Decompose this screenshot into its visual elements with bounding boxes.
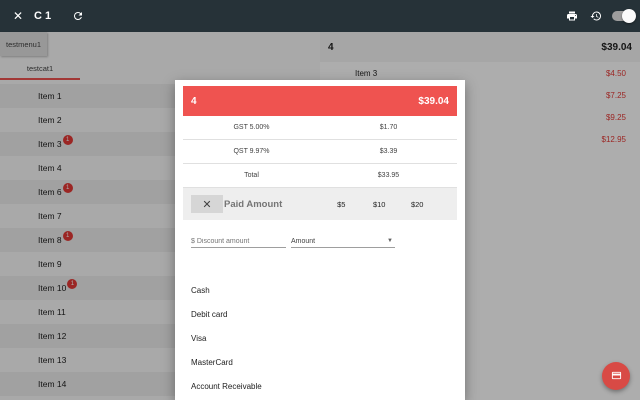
payment-method-option[interactable]: Account Receivable bbox=[175, 374, 465, 398]
discount-type-select[interactable]: Amount ▼ bbox=[291, 235, 395, 248]
dialog-total: $39.04 bbox=[418, 95, 449, 107]
tax-label: QST 9.97% bbox=[233, 148, 270, 155]
credit-card-icon bbox=[611, 370, 622, 383]
refresh-icon[interactable] bbox=[66, 4, 90, 28]
tax-row: Total $33.95 bbox=[183, 164, 457, 188]
tax-label: Total bbox=[244, 172, 259, 179]
tax-summary: GST 5.00% $1.70 QST 9.97% $3.39 Total $33.95 bbox=[175, 116, 465, 188]
mode-toggle[interactable] bbox=[612, 9, 636, 23]
tax-label: GST 5.00% bbox=[233, 124, 270, 131]
payment-method-option[interactable]: Visa bbox=[175, 326, 465, 350]
print-icon[interactable] bbox=[560, 4, 584, 28]
history-icon[interactable] bbox=[584, 4, 608, 28]
quick-amount-10-button[interactable]: $10 bbox=[360, 200, 398, 209]
discount-amount-input[interactable] bbox=[191, 235, 286, 248]
payment-fab-button[interactable] bbox=[602, 362, 630, 390]
dialog-header: 4 $39.04 bbox=[183, 86, 457, 116]
discount-type-value: Amount bbox=[291, 237, 316, 245]
discount-row: Amount ▼ bbox=[191, 235, 395, 248]
tax-row: GST 5.00% $1.70 bbox=[183, 116, 457, 140]
payment-dialog: 4 $39.04 GST 5.00% $1.70 QST 9.97% $3.39 Tot… bbox=[175, 80, 465, 400]
close-icon[interactable]: ✕ bbox=[6, 4, 30, 28]
payment-method-list: Cash Debit card Visa MasterCard Account Rece… bbox=[175, 278, 465, 398]
table-title: C1 bbox=[34, 10, 55, 22]
quick-amount-20-button[interactable]: $20 bbox=[398, 200, 436, 209]
paid-amount-row: ✕ Paid Amount $5 $10 $20 bbox=[183, 188, 457, 220]
tax-amount: $3.39 bbox=[379, 148, 398, 155]
dialog-count: 4 bbox=[191, 95, 197, 107]
tax-amount: $1.70 bbox=[379, 124, 398, 131]
quick-amount-5-button[interactable]: $5 bbox=[322, 200, 360, 209]
paid-amount-label: Paid Amount bbox=[224, 198, 283, 210]
payment-method-option[interactable]: MasterCard bbox=[175, 350, 465, 374]
top-app-bar: ✕ C1 bbox=[0, 0, 640, 32]
tax-amount: $33.95 bbox=[377, 172, 400, 179]
payment-method-option[interactable]: Debit card bbox=[175, 302, 465, 326]
chevron-down-icon: ▼ bbox=[387, 238, 393, 244]
clear-paid-button[interactable]: ✕ bbox=[191, 195, 223, 213]
payment-method-option[interactable]: Cash bbox=[175, 278, 465, 302]
tax-row: QST 9.97% $3.39 bbox=[183, 140, 457, 164]
